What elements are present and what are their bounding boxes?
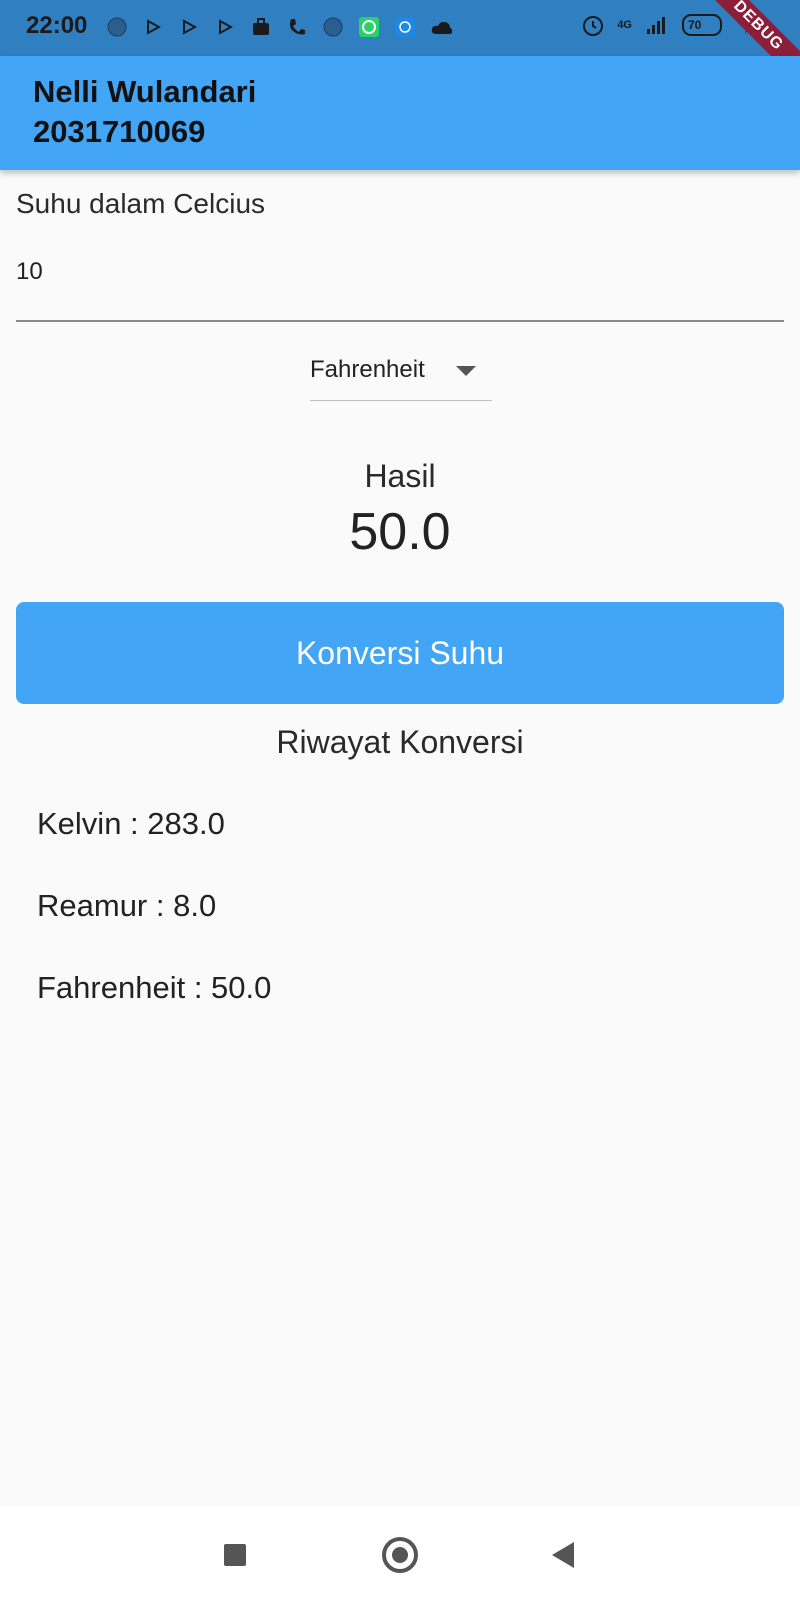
circle-notification-icon (106, 16, 128, 38)
play-icon (178, 16, 200, 38)
result-value: 50.0 (349, 503, 451, 561)
phone-icon (286, 16, 308, 38)
play-icon (214, 16, 236, 38)
recent-apps-button[interactable] (224, 1544, 246, 1566)
celsius-input[interactable]: 10 (16, 258, 43, 286)
alarm-icon (581, 14, 604, 36)
signal-icon (646, 14, 668, 36)
network-type: 4G (617, 19, 632, 31)
dropdown-underline (310, 400, 492, 401)
notification-icons (106, 16, 452, 38)
celsius-input-label: Suhu dalam Celcius (16, 188, 266, 219)
history-list: Kelvin : 283.0 Reamur : 8.0 Fahrenheit :… (37, 806, 271, 1052)
app-bar-name: Nelli Wulandari (33, 74, 257, 109)
caret-down-icon (456, 366, 476, 376)
unit-dropdown[interactable]: Fahrenheit (310, 350, 492, 402)
cloud-icon (430, 16, 452, 38)
dropdown-selected-value: Fahrenheit (310, 356, 425, 383)
play-icon (142, 16, 164, 38)
history-item: Kelvin : 283.0 (37, 806, 225, 841)
history-item: Reamur : 8.0 (37, 888, 217, 923)
briefcase-icon (250, 16, 272, 38)
app-icon (394, 16, 416, 38)
status-time: 22:00 (26, 12, 88, 39)
app-bar: Nelli Wulandari 2031710069 (0, 56, 800, 170)
result-title: Hasil (364, 458, 436, 494)
status-bar: 22:00 4G 70 DEBUG (0, 0, 800, 92)
whatsapp-icon (358, 16, 380, 38)
input-underline (16, 320, 784, 322)
home-button[interactable] (382, 1537, 418, 1573)
convert-button[interactable]: Konversi Suhu (16, 602, 784, 704)
history-item: Fahrenheit : 50.0 (37, 970, 272, 1005)
battery-level: 70 (688, 18, 702, 32)
app-bar-student-id: 2031710069 (33, 114, 206, 149)
back-button[interactable] (552, 1542, 574, 1568)
history-title: Riwayat Konversi (276, 724, 524, 760)
home-icon (392, 1547, 408, 1563)
circle-notification-icon (322, 16, 344, 38)
battery-icon: 70 (682, 14, 722, 36)
